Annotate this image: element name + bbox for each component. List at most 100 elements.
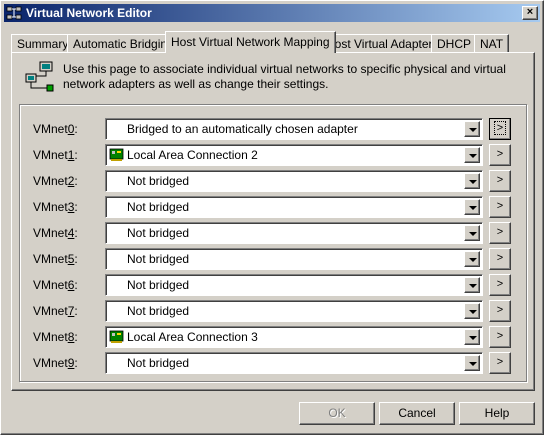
vmnet-label-colon: : <box>74 356 78 370</box>
vmnet-label-name: VMnet <box>33 148 68 162</box>
dropdown-arrow-icon[interactable] <box>464 277 480 293</box>
vmnet-settings-button-label: > <box>496 148 504 160</box>
dropdown-arrow-icon[interactable] <box>464 329 480 345</box>
dropdown-arrow-icon[interactable] <box>464 121 480 137</box>
vmnet-row: VMnet0: Bridged to an automatically chose… <box>20 118 526 140</box>
vmnet-label-colon: : <box>74 148 78 162</box>
dropdown-arrow-icon[interactable] <box>464 225 480 241</box>
vmnet-settings-button-label: > <box>496 226 504 238</box>
vmnet-settings-button-label: > <box>496 304 504 316</box>
vmnet-label: VMnet9: <box>33 356 78 370</box>
vmnet-mapping-select[interactable]: Not bridged <box>105 248 483 270</box>
vmnet-mapping-value: Local Area Connection 2 <box>127 148 258 162</box>
vmnet-mapping-value: Not bridged <box>127 200 190 214</box>
vmnet-mapping-select[interactable]: Not bridged <box>105 170 483 192</box>
vmnet-label: VMnet0: <box>33 122 78 136</box>
dropdown-arrow-icon[interactable] <box>464 303 480 319</box>
vmnet-mapping-value: Not bridged <box>127 278 190 292</box>
vmnet-label: VMnet4: <box>33 226 78 240</box>
tab-host-virtual-adapters[interactable]: Host Virtual Adapters <box>320 34 445 53</box>
vmnet-mapping-select[interactable]: Local Area Connection 3 <box>105 326 483 348</box>
dropdown-arrow-icon[interactable] <box>464 147 480 163</box>
vmnet-settings-button-label: > <box>496 174 504 186</box>
ok-button[interactable]: OK <box>299 402 375 425</box>
vmnet-label: VMnet7: <box>33 304 78 318</box>
app-icon <box>6 6 22 20</box>
vmnet-label: VMnet5: <box>33 252 78 266</box>
vmnet-settings-button-label: > <box>493 121 507 135</box>
dropdown-arrow-icon[interactable] <box>464 355 480 371</box>
vmnet-label-name: VMnet <box>33 174 68 188</box>
dropdown-arrow-icon[interactable] <box>464 199 480 215</box>
vmnet-mapping-value: Not bridged <box>127 252 190 266</box>
vmnet-settings-button[interactable]: > <box>489 118 511 140</box>
vmnet-mapping-value: Not bridged <box>127 356 190 370</box>
vmnet-label-name: VMnet <box>33 278 68 292</box>
vmnet-settings-button[interactable]: > <box>489 248 511 270</box>
vmnet-label-name: VMnet <box>33 200 68 214</box>
dropdown-arrow-icon[interactable] <box>464 251 480 267</box>
vmnet-row: VMnet2: Not bridged > <box>20 170 526 192</box>
vmnet-row: VMnet4: Not bridged > <box>20 222 526 244</box>
virtual-network-editor-window: Virtual Network Editor × Summary Automat… <box>0 0 544 435</box>
vmnet-label-colon: : <box>74 122 78 136</box>
tab-automatic-bridging[interactable]: Automatic Bridging <box>67 34 180 53</box>
cancel-button[interactable]: Cancel <box>379 402 455 425</box>
vmnet-mapping-value: Not bridged <box>127 304 190 318</box>
vmnet-label-colon: : <box>74 252 78 266</box>
vmnet-row: VMnet5: Not bridged > <box>20 248 526 270</box>
vmnet-settings-button-label: > <box>496 356 504 368</box>
vmnet-label-colon: : <box>74 304 78 318</box>
vmnet-label-colon: : <box>74 330 78 344</box>
vmnet-settings-button[interactable]: > <box>489 352 511 374</box>
vmnet-settings-button-label: > <box>496 200 504 212</box>
vmnet-settings-button[interactable]: > <box>489 300 511 322</box>
vmnet-label-name: VMnet <box>33 330 68 344</box>
tab-host-virtual-network-mapping[interactable]: Host Virtual Network Mapping <box>165 31 336 53</box>
vmnet-mapping-select[interactable]: Not bridged <box>105 196 483 218</box>
vmnet-mapping-select[interactable]: Not bridged <box>105 222 483 244</box>
vmnet-row: VMnet3: Not bridged > <box>20 196 526 218</box>
vmnet-settings-button[interactable]: > <box>489 196 511 218</box>
vmnet-mapping-select[interactable]: Not bridged <box>105 352 483 374</box>
vmnet-row: VMnet9: Not bridged > <box>20 352 526 374</box>
tab-strip: Summary Automatic Bridging Host Virtual … <box>11 31 531 53</box>
vmnet-label-name: VMnet <box>33 252 68 266</box>
vmnet-settings-button[interactable]: > <box>489 274 511 296</box>
vmnet-settings-button[interactable]: > <box>489 222 511 244</box>
vmnet-mapping-value: Not bridged <box>127 174 190 188</box>
vmnet-label: VMnet3: <box>33 200 78 214</box>
window-title: Virtual Network Editor <box>26 6 152 20</box>
vmnet-settings-button[interactable]: > <box>489 170 511 192</box>
vmnet-label-colon: : <box>74 200 78 214</box>
vmnet-label-name: VMnet <box>33 226 68 240</box>
vmnet-mapping-value: Not bridged <box>127 226 190 240</box>
vmnet-mapping-select[interactable]: Not bridged <box>105 274 483 296</box>
close-button[interactable]: × <box>522 6 538 20</box>
vmnet-label-colon: : <box>74 226 78 240</box>
vmnet-mapping-select[interactable]: Local Area Connection 2 <box>105 144 483 166</box>
vmnet-settings-button[interactable]: > <box>489 326 511 348</box>
network-adapter-icon <box>109 148 125 161</box>
dropdown-arrow-icon[interactable] <box>464 173 480 189</box>
tab-dhcp[interactable]: DHCP <box>431 34 478 53</box>
vmnet-row: VMnet6: Not bridged > <box>20 274 526 296</box>
title-bar[interactable]: Virtual Network Editor × <box>4 4 540 22</box>
vmnet-label: VMnet8: <box>33 330 78 344</box>
vmnet-row: VMnet8: Local Area Connection 3 > <box>20 326 526 348</box>
vmnet-label: VMnet1: <box>33 148 78 162</box>
tab-summary[interactable]: Summary <box>11 34 75 53</box>
vmnet-label-name: VMnet <box>33 304 68 318</box>
vmnet-mapping-select[interactable]: Not bridged <box>105 300 483 322</box>
network-mapping-icon <box>23 60 55 92</box>
vmnet-mapping-select[interactable]: Bridged to an automatically chosen adapt… <box>105 118 483 140</box>
mapping-group: VMnet0: Bridged to an automatically chose… <box>19 104 527 382</box>
vmnet-settings-button[interactable]: > <box>489 144 511 166</box>
vmnet-mapping-value: Bridged to an automatically chosen adapt… <box>127 122 358 136</box>
vmnet-settings-button-label: > <box>496 330 504 342</box>
info-text: Use this page to associate individual vi… <box>63 62 506 91</box>
vmnet-row: VMnet7: Not bridged > <box>20 300 526 322</box>
vmnet-label-colon: : <box>74 174 78 188</box>
tab-nat[interactable]: NAT <box>474 34 510 53</box>
help-button[interactable]: Help <box>459 402 535 425</box>
